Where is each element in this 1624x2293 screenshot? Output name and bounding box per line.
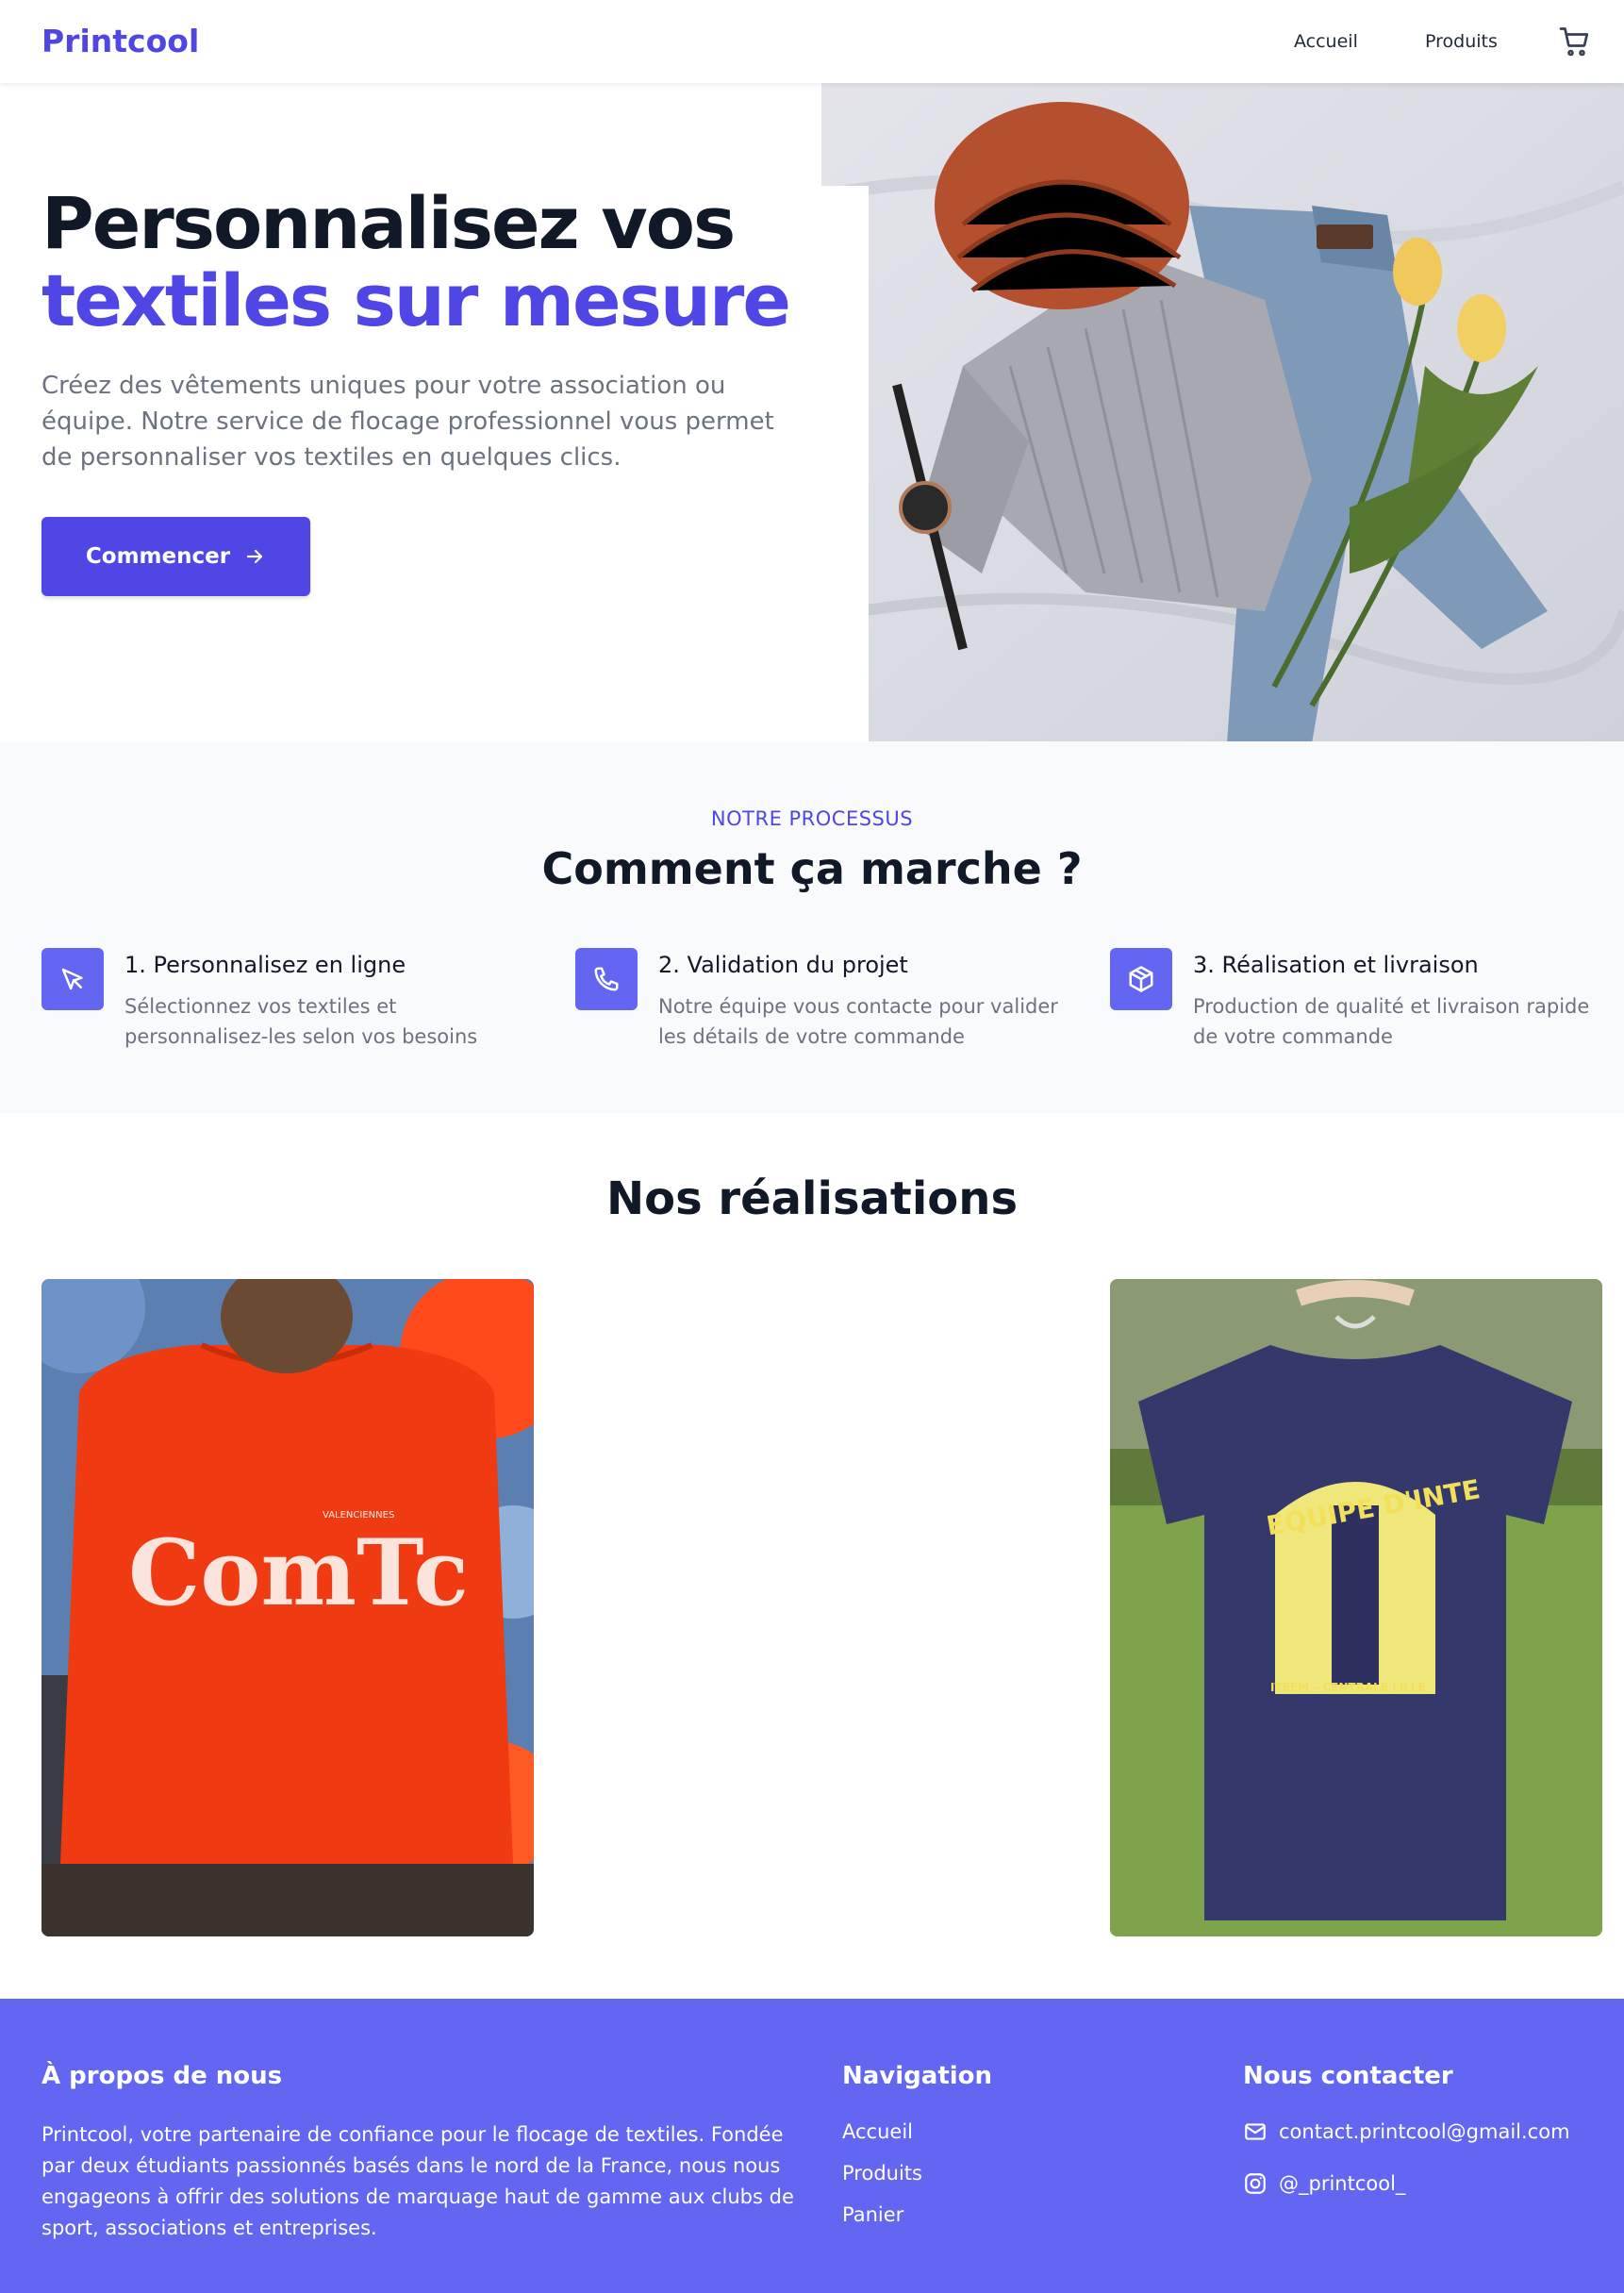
- hero-image: [821, 83, 1624, 741]
- footer-link-accueil[interactable]: Accueil: [842, 2120, 913, 2143]
- footer-email-link[interactable]: contact.printcool@gmail.com: [1243, 2119, 1570, 2144]
- process-step-1: 1. Personnalisez en ligne Sélectionnez v…: [41, 948, 541, 1061]
- logo[interactable]: Printcool: [41, 23, 199, 59]
- cta-label: Commencer: [85, 544, 231, 569]
- arrow-right-icon: [246, 549, 263, 564]
- hero-image-cutout: [821, 186, 869, 741]
- instagram-icon: [1245, 2173, 1266, 2194]
- footer-link-panier[interactable]: Panier: [842, 2203, 903, 2226]
- cart-icon: [1559, 27, 1589, 57]
- footer-link-produits[interactable]: Produits: [842, 2162, 922, 2185]
- nav-link-accueil[interactable]: Accueil: [1294, 31, 1358, 52]
- step-3-icon-box: [1110, 948, 1172, 1010]
- realisation-photo-comtc[interactable]: VALENCIENNES ComTc: [41, 1279, 534, 1936]
- step-2-description: Notre équipe vous contacte pour valider …: [658, 995, 1058, 1048]
- step-3-description: Production de qualité et livraison rapid…: [1193, 995, 1590, 1048]
- process-step-2: 2. Validation du projet Notre équipe vou…: [575, 948, 1075, 1061]
- mail-icon: [1245, 2123, 1266, 2140]
- package-icon: [1129, 966, 1153, 992]
- realisations-title: Nos réalisations: [605, 1172, 1019, 1225]
- footer-about-text: Printcool, votre partenaire de confiance…: [41, 2123, 794, 2239]
- hero-title-line1: Personnalisez vos: [41, 181, 736, 265]
- footer-nav-title: Navigation: [842, 2062, 993, 2090]
- nav-link-produits[interactable]: Produits: [1425, 31, 1498, 52]
- hero-description: Créez des vêtements uniques pour votre a…: [41, 372, 774, 472]
- step-2-title: 2. Validation du projet: [658, 952, 908, 978]
- speech-bubble-icon: [165, 1567, 201, 1576]
- hero-title-line2: textiles sur mesure: [41, 258, 791, 342]
- step-2-icon-box: [575, 948, 638, 1010]
- step-1-description: Sélectionnez vos textiles et personnalis…: [124, 995, 478, 1048]
- phone-icon: [594, 967, 619, 991]
- step-1-icon-box: [41, 948, 104, 1010]
- footer-email: contact.printcool@gmail.com: [1279, 2120, 1570, 2143]
- cart-button[interactable]: [1558, 25, 1592, 58]
- photo-2-print-bottom: ITEEM – CENTRALE LILLE: [1270, 1681, 1426, 1694]
- realisation-photo-equipe[interactable]: EQUIPE D'INTE ITEEM – CENTRALE LILLE: [1110, 1279, 1602, 1936]
- site-header: Printcool Accueil Produits: [0, 0, 1624, 83]
- footer-instagram-link[interactable]: @_printcool_: [1243, 2171, 1405, 2196]
- cursor-pointer-icon: [61, 968, 83, 990]
- footer-contact-title: Nous contacter: [1243, 2062, 1453, 2090]
- step-3-title: 3. Réalisation et livraison: [1193, 952, 1479, 978]
- process-step-3: 3. Réalisation et livraison Production d…: [1110, 948, 1610, 1061]
- process-title: Comment ça marche ?: [541, 843, 1083, 894]
- footer-about-title: À propos de nous: [41, 2062, 283, 2090]
- commencer-button[interactable]: Commencer: [41, 517, 310, 596]
- step-1-title: 1. Personnalisez en ligne: [124, 952, 406, 978]
- hero-title: Personnalisez vos textiles sur mesure: [41, 185, 853, 340]
- footer-instagram: @_printcool_: [1279, 2172, 1406, 2195]
- process-eyebrow: NOTRE PROCESSUS: [710, 807, 914, 830]
